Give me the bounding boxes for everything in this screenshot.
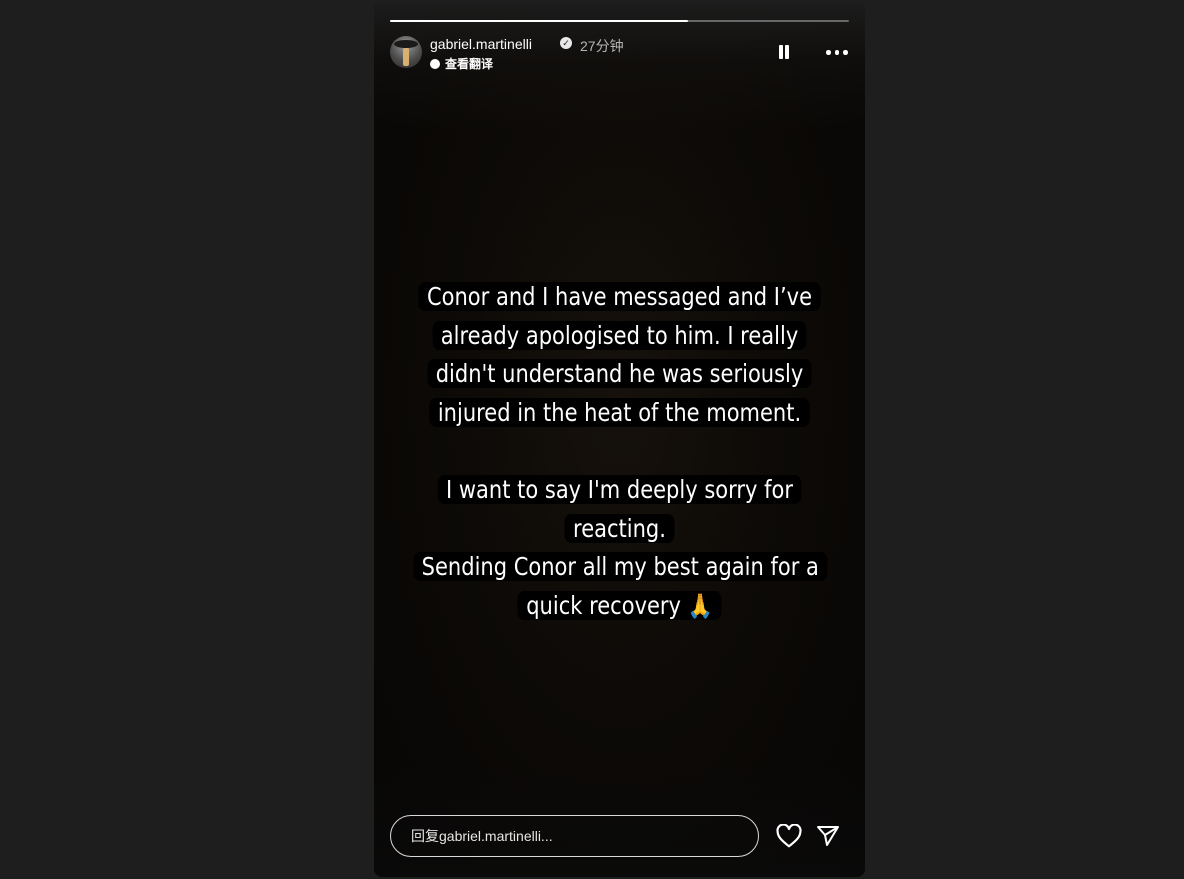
pause-button[interactable]	[777, 43, 791, 61]
story-progress-fill	[390, 20, 689, 22]
translate-label: 查看翻译	[445, 57, 494, 71]
story-progress-bar	[390, 20, 849, 22]
story-viewer[interactable]: gabriel.martinelli ✓ 27分钟 查看翻译 Conor and…	[374, 2, 865, 877]
verified-badge-icon: ✓	[560, 37, 572, 49]
avatar[interactable]	[390, 36, 422, 68]
translate-link[interactable]: 查看翻译	[430, 55, 493, 72]
story-caption-paragraph-2: I want to say I'm deeply sorry for react…	[413, 471, 825, 548]
story-header: gabriel.martinelli ✓ 27分钟 查看翻译	[390, 34, 849, 72]
reply-bar	[390, 815, 849, 859]
pray-emoji: 🙏	[687, 591, 713, 620]
send-button[interactable]	[816, 824, 840, 848]
more-options-button[interactable]	[825, 44, 849, 60]
story-caption-paragraph-1: Conor and I have messaged and I’ve alrea…	[413, 278, 825, 432]
translate-icon	[430, 58, 440, 69]
page: gabriel.martinelli ✓ 27分钟 查看翻译 Conor and…	[0, 0, 1184, 879]
reply-input[interactable]	[390, 815, 759, 857]
like-button[interactable]	[776, 823, 802, 848]
more-icon	[826, 50, 831, 55]
pause-icon	[779, 45, 783, 59]
username-link[interactable]: gabriel.martinelli	[430, 36, 532, 52]
post-time: 27分钟	[580, 38, 624, 54]
send-icon	[817, 826, 839, 846]
heart-icon	[776, 823, 802, 848]
story-caption-paragraph-3: Sending Conor all my best again for a qu…	[413, 548, 828, 625]
